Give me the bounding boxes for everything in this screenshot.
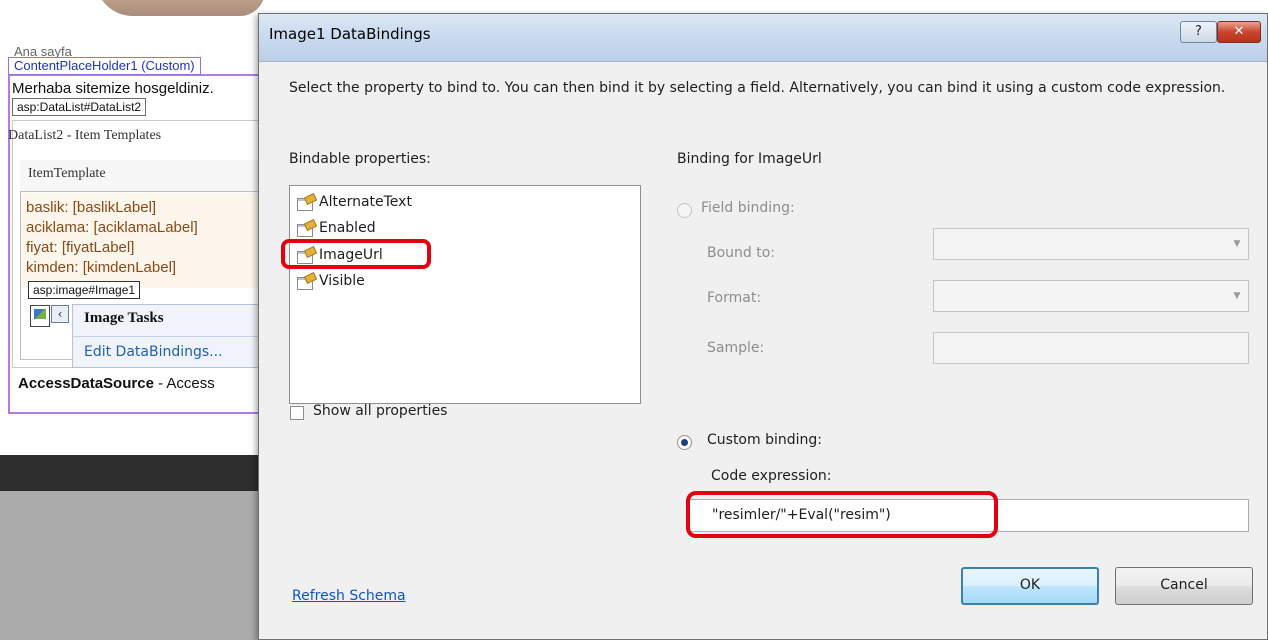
instructions-text: Select the property to bind to. You can … xyxy=(289,80,1226,96)
image-tasks-divider xyxy=(72,336,262,337)
content-placeholder-tag[interactable]: ContentPlaceHolder1 (Custom) xyxy=(8,57,201,75)
footer-dark-bar xyxy=(0,455,262,491)
smart-tag-chevron-icon[interactable]: ‹ xyxy=(51,305,69,323)
template-line-baslik: baslik: [baslikLabel] xyxy=(26,199,157,216)
cancel-button[interactable]: Cancel xyxy=(1115,567,1253,605)
close-button[interactable]: ✕ xyxy=(1217,21,1261,43)
highlight-code-expression-annotation xyxy=(686,491,998,538)
show-all-properties-label: Show all properties xyxy=(313,403,448,419)
image-tasks-title: Image Tasks xyxy=(84,310,164,326)
designer-empty-area xyxy=(0,491,262,640)
binding-for-label: Binding for ImageUrl xyxy=(677,151,822,167)
datalist-tag[interactable]: asp:DataList#DataList2 xyxy=(12,98,147,116)
template-line-kimden: kimden: [kimdenLabel] xyxy=(26,259,177,276)
image-control-tag[interactable]: asp:image#Image1 xyxy=(28,281,141,299)
dialog-titlebar[interactable]: Image1 DataBindings ? ✕ xyxy=(259,14,1267,62)
property-item-visible[interactable]: Visible xyxy=(294,270,494,292)
highlight-imageurl-annotation xyxy=(281,239,431,269)
chevron-down-icon: ▼ xyxy=(1233,239,1241,249)
field-binding-radio[interactable] xyxy=(677,203,692,218)
property-label: Enabled xyxy=(319,220,376,236)
property-icon xyxy=(297,195,315,211)
access-datasource-suffix: - Access xyxy=(153,375,215,392)
sample-label: Sample: xyxy=(707,340,765,356)
welcome-text: Merhaba sitemize hosgeldiniz. xyxy=(12,80,214,97)
image-control-icon[interactable] xyxy=(30,305,50,327)
property-item-alternatetext[interactable]: AlternateText xyxy=(294,191,494,213)
access-datasource-name: AccessDataSource xyxy=(18,375,154,392)
property-icon xyxy=(297,221,315,237)
property-label: AlternateText xyxy=(319,194,412,210)
code-expression-label: Code expression: xyxy=(711,468,832,484)
ok-button[interactable]: OK xyxy=(961,567,1099,605)
format-combobox[interactable]: ▼ xyxy=(933,280,1249,312)
property-item-enabled[interactable]: Enabled xyxy=(294,217,494,239)
item-template-header: ItemTemplate xyxy=(20,160,262,192)
designer-surface: Ana sayfa ContentPlaceHolder1 (Custom) M… xyxy=(0,0,265,640)
sample-field[interactable] xyxy=(933,332,1249,364)
show-all-properties-checkbox[interactable] xyxy=(290,406,304,420)
chevron-down-icon: ▼ xyxy=(1233,291,1241,301)
bindable-properties-label: Bindable properties: xyxy=(289,151,431,167)
bindable-properties-list[interactable]: AlternateText Enabled ImageUrl Visible xyxy=(289,185,641,404)
custom-binding-label: Custom binding: xyxy=(707,432,822,448)
datalist-header: DataList2 - Item Templates xyxy=(8,128,162,143)
field-binding-label: Field binding: xyxy=(701,200,795,216)
header-decoration-image xyxy=(95,0,265,16)
refresh-schema-link[interactable]: Refresh Schema xyxy=(292,588,406,604)
dialog-title: Image1 DataBindings xyxy=(269,25,431,43)
bound-to-label: Bound to: xyxy=(707,245,776,261)
bound-to-combobox[interactable]: ▼ xyxy=(933,228,1249,260)
access-datasource-label[interactable]: AccessDataSource - Access xyxy=(18,375,215,392)
edit-databindings-link[interactable]: Edit DataBindings... xyxy=(84,344,223,360)
help-button[interactable]: ? xyxy=(1180,21,1217,43)
custom-binding-radio[interactable] xyxy=(677,435,692,450)
template-line-fiyat: fiyat: [fiyatLabel] xyxy=(26,239,135,256)
template-line-aciklama: aciklama: [aciklamaLabel] xyxy=(26,219,198,236)
property-icon xyxy=(297,274,315,290)
databindings-dialog: Image1 DataBindings ? ✕ Select the prope… xyxy=(258,13,1268,640)
property-label: Visible xyxy=(319,273,365,289)
format-label: Format: xyxy=(707,290,762,306)
